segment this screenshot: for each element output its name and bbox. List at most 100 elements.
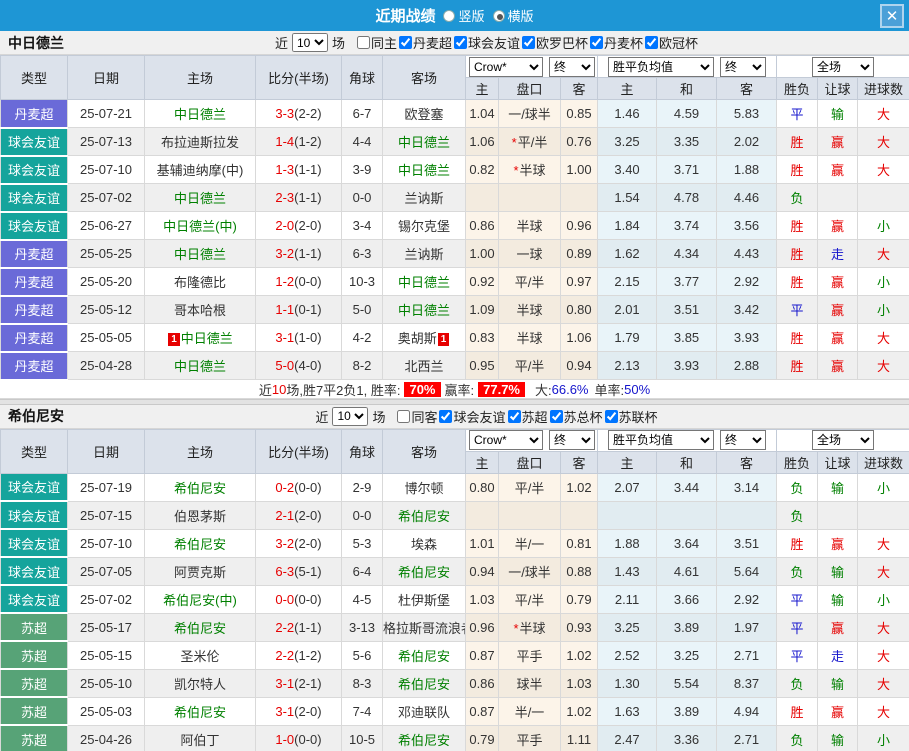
league-filter[interactable]: 球会友谊 [454,33,520,52]
handicap-text: 半球 [520,163,546,178]
corner-score: 10-5 [342,725,383,751]
fulltime-score: 2-0 [275,218,294,233]
same-venue-checkbox[interactable] [357,36,370,49]
halftime-score: (1-1) [294,620,321,635]
league-badge: 丹麦超 [1,296,68,324]
odds-home: 1.09 [466,296,499,324]
home-team: 中日德兰 [145,352,256,380]
matches-table: 类型 日期 主场 比分(半场) 角球 客场 Crow*终 胜平负均值终 全场 [0,429,909,751]
result-wdl: 平 [777,641,818,669]
match-row: 球会友谊25-07-02中日德兰2-3(1-1)0-0兰讷斯1.544.784.… [1,184,909,212]
odds-away: 0.80 [561,296,598,324]
league-filter[interactable]: 丹麦超 [399,33,452,52]
league-filter[interactable]: 欧罗巴杯 [522,33,588,52]
league-filter[interactable]: 丹麦杯 [590,33,643,52]
big-rate-value: 66.6% [552,382,589,397]
col-odds-away: 客 [561,451,598,473]
league-filter-checkbox[interactable] [439,410,452,423]
result-wdl: 平 [777,296,818,324]
same-venue-filter[interactable]: 同主 [357,33,397,52]
league-filter-checkbox[interactable] [508,410,521,423]
col-odds-handicap: 盘口 [499,451,561,473]
layout-radio-horizontal[interactable]: 横版 [493,6,534,25]
odds-final-select[interactable]: 终 [549,57,595,77]
summary-prefix: 近 [259,380,272,399]
result-goals: 大 [858,128,909,156]
league-filter-checkbox[interactable] [550,410,563,423]
avg-odds-select[interactable]: 胜平负均值 [608,57,714,77]
fulltime-score: 6-3 [275,564,294,579]
league-filter-checkbox[interactable] [590,36,603,49]
result-handicap: 赢 [818,212,858,240]
fulltime-select[interactable]: 全场 [812,430,874,450]
record-summary: 近10场,胜7平2负1, 胜率: 70% 赢率: 77.7% 大:66.6% 单… [0,381,909,399]
match-score: 3-2(1-1) [256,240,342,268]
league-filter-checkbox[interactable] [399,36,412,49]
odds-handicap: 一球 [499,240,561,268]
single-rate-label: 单率: [595,380,625,399]
odds-company-select[interactable]: Crow* [469,430,543,450]
odds-away: 0.88 [561,557,598,585]
avg-draw: 3.89 [657,613,717,641]
corner-score: 6-7 [342,100,383,128]
league-filter-checkbox[interactable] [605,410,618,423]
result-wdl: 平 [777,613,818,641]
layout-radio-vertical[interactable]: 竖版 [443,6,484,25]
halftime-score: (0-0) [294,274,321,289]
fulltime-score: 2-3 [275,190,294,205]
home-team: 基辅迪纳摩(中) [145,156,256,184]
odds-handicap: *平/半 [499,128,561,156]
league-filter[interactable]: 欧冠杯 [645,33,698,52]
avg-away: 8.37 [717,669,777,697]
fulltime-select[interactable]: 全场 [812,57,874,77]
home-team-name: 阿贾克斯 [174,565,226,580]
away-team-name: 邓迪联队 [398,705,450,720]
away-team: 中日德兰 [383,296,466,324]
result-handicap: 赢 [818,324,858,352]
result-handicap: 输 [818,557,858,585]
radio-selected-icon[interactable] [493,10,505,22]
avg-home: 3.25 [598,613,657,641]
avg-draw: 4.61 [657,557,717,585]
avg-final-select[interactable]: 终 [720,430,766,450]
close-button[interactable]: ✕ [880,4,904,28]
odds-handicap: 半球 [499,212,561,240]
league-filter[interactable]: 苏总杯 [550,407,603,426]
team-name: 中日德兰 [8,33,64,53]
odds-home: 1.06 [466,128,499,156]
odds-away: 1.02 [561,697,598,725]
away-team: 希伯尼安 [383,557,466,585]
odds-home: 1.04 [466,100,499,128]
odds-home: 0.79 [466,725,499,751]
league-filter[interactable]: 苏超 [508,407,548,426]
recent-count-select[interactable]: 10 [332,407,368,426]
league-filter-checkbox[interactable] [454,36,467,49]
match-date: 25-07-15 [68,501,145,529]
fulltime-score: 5-0 [275,358,294,373]
handicap-text: 半/一 [515,537,545,552]
avg-draw: 3.25 [657,641,717,669]
avg-draw: 3.66 [657,585,717,613]
fulltime-group-header: 全场 [777,429,909,451]
odds-company-select[interactable]: Crow* [469,57,543,77]
col-avg-draw: 和 [657,78,717,100]
avg-final-select[interactable]: 终 [720,57,766,77]
odds-away: 1.00 [561,156,598,184]
avg-home: 1.63 [598,697,657,725]
radio-unselected-icon[interactable] [443,10,455,22]
league-filter-checkbox[interactable] [522,36,535,49]
away-team-name: 中日德兰 [398,135,450,150]
recent-count-select[interactable]: 10 [292,33,328,52]
league-filter-checkbox[interactable] [645,36,658,49]
avg-home: 2.52 [598,641,657,669]
fulltime-score: 1-3 [275,162,294,177]
result-handicap: 输 [818,669,858,697]
odds-final-select[interactable]: 终 [549,430,595,450]
away-team: 中日德兰 [383,156,466,184]
same-venue-filter[interactable]: 同客 [397,407,437,426]
avg-odds-select[interactable]: 胜平负均值 [608,430,714,450]
same-venue-checkbox[interactable] [397,410,410,423]
league-filter[interactable]: 苏联杯 [605,407,658,426]
halftime-score: (2-0) [294,508,321,523]
league-filter[interactable]: 球会友谊 [439,407,505,426]
